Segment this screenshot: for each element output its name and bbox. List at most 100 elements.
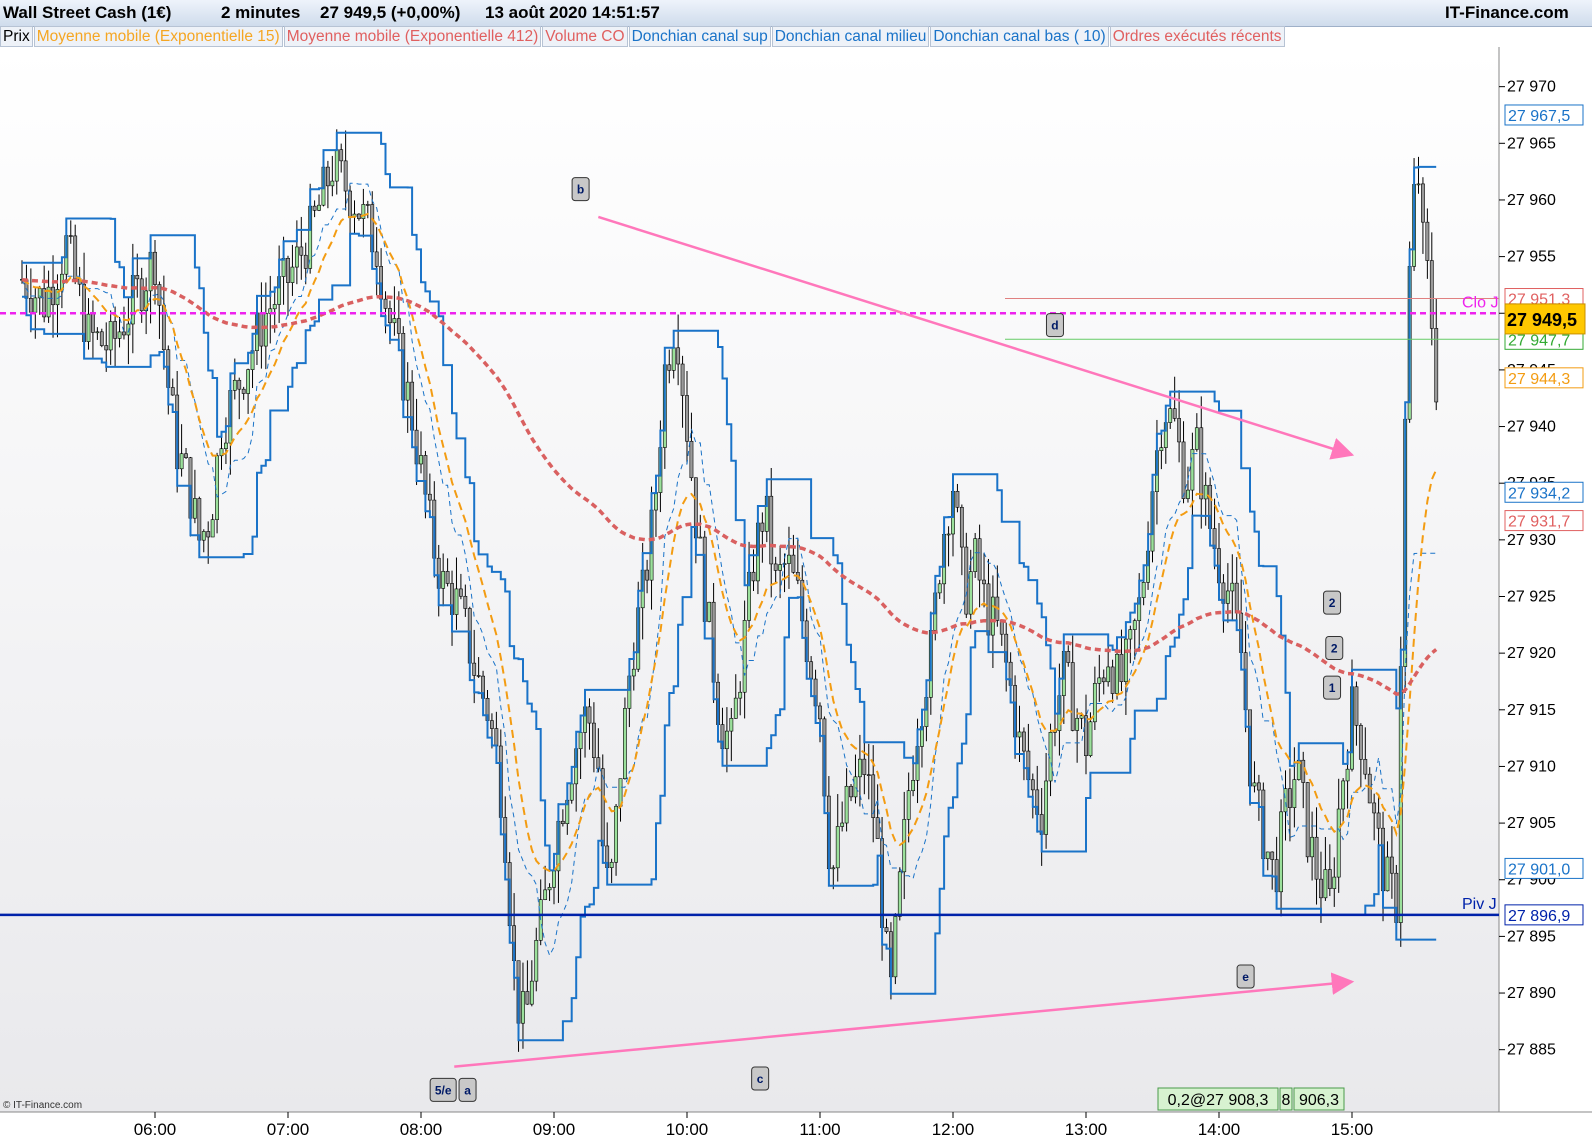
candle-body — [609, 861, 614, 868]
candle-body — [104, 345, 109, 351]
candle-body — [818, 705, 822, 720]
candle-body — [742, 620, 747, 693]
candle-body — [1234, 582, 1239, 614]
y-tick-label: 27 885 — [1507, 1042, 1556, 1059]
wave-label[interactable]: 2 — [1325, 635, 1344, 660]
candle-body — [210, 519, 215, 538]
candle-body — [600, 768, 605, 847]
candle-body — [591, 722, 596, 758]
x-tick-label: 12:00 — [932, 1120, 975, 1139]
y-tick-label: 27 905 — [1507, 815, 1556, 832]
svg-text:e: e — [1242, 970, 1249, 984]
current-price-label: 27 949,5 — [1504, 303, 1586, 335]
candle-body — [773, 563, 778, 571]
candle-body — [1305, 782, 1310, 858]
candle-body — [849, 785, 853, 798]
candle-body — [1022, 731, 1026, 752]
wave-label[interactable]: 5/e — [429, 1077, 457, 1102]
svg-text:27 944,3: 27 944,3 — [1508, 371, 1570, 388]
price-label: 27 931,7 — [1504, 510, 1584, 532]
candle-body — [1172, 408, 1177, 419]
price-chart[interactable]: Clo JPiv J27 88527 89027 89527 90027 905… — [0, 0, 1592, 1140]
x-tick-label: 09:00 — [533, 1120, 576, 1139]
svg-text:27 901,0: 27 901,0 — [1508, 861, 1570, 878]
y-tick-label: 27 930 — [1507, 532, 1556, 549]
wave-label[interactable]: d — [1045, 313, 1064, 338]
candle-body — [1097, 677, 1102, 684]
candle-body — [396, 318, 401, 334]
candle-body — [729, 718, 734, 732]
wave-label[interactable]: c — [751, 1066, 770, 1091]
candle-body — [769, 495, 774, 565]
candle-body — [1110, 666, 1115, 694]
candle-body — [809, 661, 814, 680]
candle-body — [1159, 447, 1164, 452]
wave-label[interactable]: a — [458, 1077, 477, 1102]
candle-body — [835, 826, 840, 869]
candle-body — [201, 531, 206, 541]
candle-body — [862, 758, 867, 775]
candle-body — [1358, 725, 1363, 760]
candle-body — [117, 331, 122, 339]
candle-body — [623, 708, 627, 779]
candle-body — [698, 536, 703, 539]
candle-body — [955, 491, 960, 508]
candle-body — [521, 991, 525, 1024]
svg-text:27 967,5: 27 967,5 — [1508, 108, 1570, 125]
svg-text:d: d — [1051, 319, 1058, 333]
candle-body — [986, 583, 991, 636]
candle-body — [365, 204, 370, 206]
candle-body — [529, 980, 534, 1005]
candle-body — [122, 331, 126, 336]
candle-body — [1252, 782, 1257, 787]
y-tick-label: 27 915 — [1507, 702, 1556, 719]
candle-body — [534, 940, 539, 982]
candle-body — [906, 790, 911, 820]
candle-body — [1319, 878, 1323, 899]
candle-body — [157, 284, 162, 306]
candle-body — [866, 774, 871, 776]
y-tick-label: 27 910 — [1507, 758, 1556, 775]
candle-body — [680, 363, 685, 396]
candle-body — [1327, 869, 1332, 889]
candle-body — [552, 870, 556, 888]
candle-body — [1225, 590, 1230, 604]
svg-text:8: 8 — [1282, 1092, 1291, 1109]
price-label: 27 934,2 — [1504, 481, 1584, 503]
candle-body — [1336, 808, 1341, 878]
candle-body — [427, 493, 432, 501]
candle-body — [237, 379, 242, 390]
wave-label[interactable]: b — [571, 177, 590, 202]
candle-body — [751, 571, 756, 582]
candle-body — [1119, 653, 1124, 683]
candle-body — [33, 297, 38, 313]
candle-body — [1203, 484, 1208, 500]
candle-body — [778, 564, 783, 571]
candle-body — [1385, 856, 1390, 892]
x-tick-label: 11:00 — [799, 1120, 840, 1139]
candle-body — [897, 871, 902, 917]
candle-body — [73, 235, 78, 280]
candle-body — [1429, 260, 1434, 329]
wave-label[interactable]: 2 — [1323, 590, 1342, 615]
candle-body — [206, 531, 211, 538]
candle-body — [281, 258, 286, 277]
wave-label[interactable]: e — [1236, 964, 1255, 989]
candle-body — [902, 819, 907, 873]
candle-body — [831, 867, 836, 870]
y-tick-label: 27 895 — [1507, 928, 1556, 945]
candle-body — [108, 321, 113, 351]
candle-body — [1230, 582, 1235, 592]
candle-body — [299, 246, 304, 256]
candle-body — [569, 783, 574, 801]
candle-body — [875, 817, 880, 839]
candle-body — [1341, 780, 1346, 810]
candle-body — [1279, 811, 1283, 893]
svg-text:27 949,5: 27 949,5 — [1507, 310, 1577, 330]
candle-body — [343, 160, 348, 192]
candle-body — [1115, 653, 1119, 694]
candle-body — [959, 507, 964, 548]
candle-body — [671, 347, 676, 371]
wave-label[interactable]: 1 — [1323, 675, 1342, 700]
x-tick-label: 14:00 — [1198, 1120, 1241, 1139]
